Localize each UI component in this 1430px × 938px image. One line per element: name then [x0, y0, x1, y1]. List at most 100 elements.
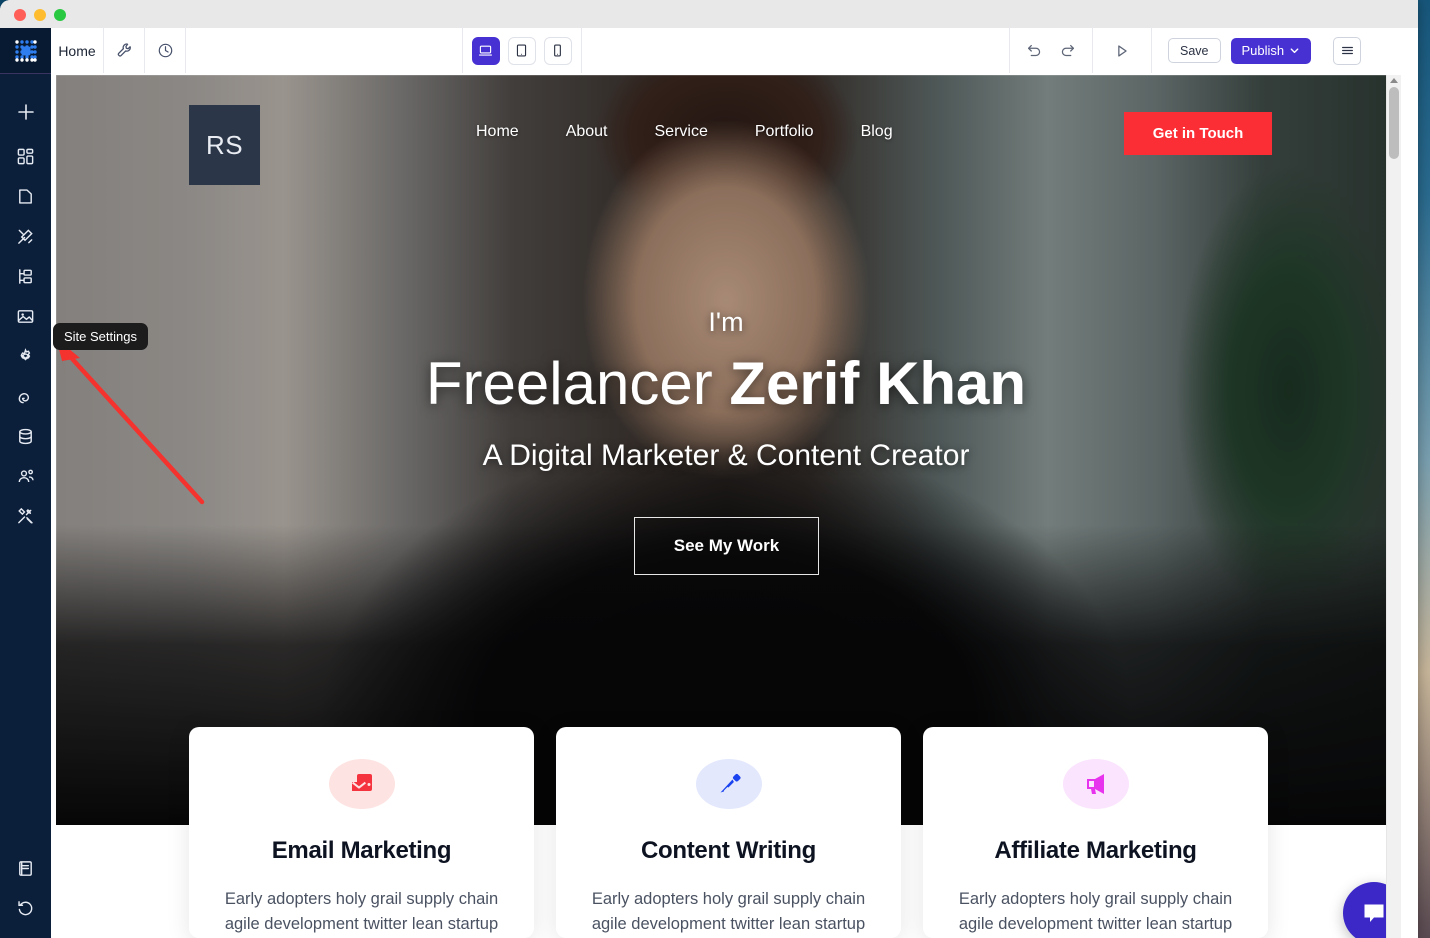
pen-nib-icon: [720, 773, 741, 793]
service-card-text: Early adopters holy grail supply chain a…: [224, 889, 499, 934]
book-icon: [19, 860, 32, 876]
mobile-icon: [554, 44, 562, 57]
nav-link-home[interactable]: Home: [476, 123, 519, 141]
service-card-title: Affiliate Marketing: [994, 836, 1197, 864]
sidebar-item-pages[interactable]: [0, 176, 51, 216]
service-card-title: Content Writing: [640, 836, 817, 864]
hero-subtitle: A Digital Marketer & Content Creator: [482, 439, 970, 472]
window-titlebar: [0, 0, 1418, 28]
publish-button[interactable]: Publish: [1230, 37, 1312, 64]
canvas-scrollbar-thumb[interactable]: [1389, 87, 1399, 159]
hero-title-bold: Zerif Khan: [729, 350, 1027, 417]
sidebar-item-docs[interactable]: [0, 848, 51, 888]
close-window-button[interactable]: [14, 9, 26, 21]
redo-button[interactable]: [1059, 42, 1077, 60]
service-card[interactable]: Content Writing Early adopters holy grai…: [556, 727, 901, 938]
sidebar-item-site-settings[interactable]: [0, 336, 51, 376]
chevron-down-icon: [1290, 48, 1299, 54]
page-icon: [19, 188, 32, 204]
service-card-text: Early adopters holy grail supply chain a…: [958, 889, 1233, 934]
dot-grid-logo-icon: [14, 39, 37, 62]
sidebar-item-apps[interactable]: [0, 496, 51, 536]
gear-icon: [20, 347, 31, 361]
history-icon: [18, 900, 33, 915]
desktop-background: Home Save Publish RS Home About Service …: [0, 0, 1430, 938]
site-nav-links: Home About Service Portfolio Blog: [476, 123, 893, 141]
chat-bubble-icon: [1364, 904, 1384, 922]
main-menu-button[interactable]: [1333, 36, 1362, 65]
sidebar-item-add[interactable]: [0, 88, 51, 136]
save-button[interactable]: Save: [1168, 38, 1221, 63]
desktop-icon: [479, 45, 493, 56]
scroll-up-arrow-icon[interactable]: [1390, 78, 1398, 83]
pen-nib-icon-wrap: [695, 759, 762, 809]
see-my-work-button[interactable]: See My Work: [634, 517, 819, 575]
sidebar-item-history[interactable]: [0, 888, 51, 928]
plus-icon: [17, 104, 34, 120]
sidebar-item-people[interactable]: [0, 456, 51, 496]
megaphone-icon-wrap: [1062, 759, 1129, 809]
undo-redo-group: [1010, 28, 1093, 73]
minimize-window-button[interactable]: [34, 9, 46, 21]
services-section: Email Marketing Early adopters holy grai…: [56, 727, 1396, 938]
megaphone-icon: [1086, 773, 1104, 794]
device-preview-switcher: [463, 28, 582, 73]
app-logo[interactable]: [0, 28, 51, 73]
database-icon: [19, 428, 32, 444]
service-card[interactable]: Email Marketing Early adopters holy grai…: [189, 727, 534, 938]
canvas-area: RS Home About Service Portfolio Blog Get…: [51, 73, 1418, 938]
app-window: Home Save Publish RS Home About Service …: [0, 0, 1418, 938]
sidebar-item-marketing[interactable]: [0, 376, 51, 416]
nav-link-about[interactable]: About: [566, 123, 608, 141]
clock-icon: [158, 43, 172, 58]
toolbar-history-button[interactable]: [145, 28, 186, 73]
undo-button[interactable]: [1025, 42, 1043, 60]
email-marketing-icon: [351, 773, 372, 791]
site-header: RS Home About Service Portfolio Blog Get…: [56, 75, 1396, 215]
sitemap-icon: [19, 268, 32, 284]
device-tablet-button[interactable]: [507, 36, 536, 65]
sidebar-item-media[interactable]: [0, 296, 51, 336]
preview-button[interactable]: [1093, 28, 1152, 73]
editor-toolbar: Home Save Publish: [51, 28, 1418, 74]
hero-section: RS Home About Service Portfolio Blog Get…: [56, 75, 1396, 825]
publish-label: Publish: [1241, 43, 1285, 58]
people-icon: [18, 469, 34, 483]
canvas-scrollbar[interactable]: [1386, 75, 1401, 938]
undo-icon: [1027, 44, 1041, 56]
design-icon: [18, 228, 33, 244]
sidebar-item-database[interactable]: [0, 416, 51, 456]
site-preview-canvas[interactable]: RS Home About Service Portfolio Blog Get…: [56, 75, 1401, 938]
current-page-label[interactable]: Home: [51, 28, 104, 73]
service-card-text: Early adopters holy grail supply chain a…: [591, 889, 866, 934]
toolbar-spacer-right: [582, 28, 1010, 73]
sidebar-item-design[interactable]: [0, 216, 51, 256]
redo-icon: [1061, 44, 1075, 56]
hero-intro-text: I'm: [708, 307, 744, 337]
toolbar-spacer-left: [186, 28, 463, 73]
device-mobile-button[interactable]: [543, 36, 572, 65]
sidebar-item-structure[interactable]: [0, 256, 51, 296]
left-sidebar: [0, 28, 51, 938]
hero-title: Freelancer Zerif Khan: [56, 349, 1396, 418]
service-card[interactable]: Affiliate Marketing Early adopters holy …: [923, 727, 1268, 938]
sidebar-divider: [0, 73, 51, 74]
maximize-window-button[interactable]: [54, 9, 66, 21]
toolbar-actions: Save Publish: [1152, 28, 1418, 73]
email-marketing-icon-wrap: [328, 759, 395, 809]
wrench-icon: [117, 43, 131, 57]
sidebar-item-widgets[interactable]: [0, 136, 51, 176]
tools-icon: [18, 507, 33, 523]
site-logo[interactable]: RS: [189, 105, 260, 185]
image-icon: [17, 309, 34, 323]
tablet-icon: [517, 44, 527, 57]
site-settings-tooltip: Site Settings: [53, 323, 148, 350]
get-in-touch-button[interactable]: Get in Touch: [1124, 112, 1272, 155]
nav-link-blog[interactable]: Blog: [861, 123, 893, 141]
nav-link-portfolio[interactable]: Portfolio: [755, 123, 814, 141]
play-preview-icon: [1118, 44, 1127, 57]
toolbar-settings-button[interactable]: [104, 28, 145, 73]
service-card-title: Email Marketing: [271, 836, 452, 864]
device-desktop-button[interactable]: [471, 36, 500, 65]
nav-link-service[interactable]: Service: [655, 123, 708, 141]
